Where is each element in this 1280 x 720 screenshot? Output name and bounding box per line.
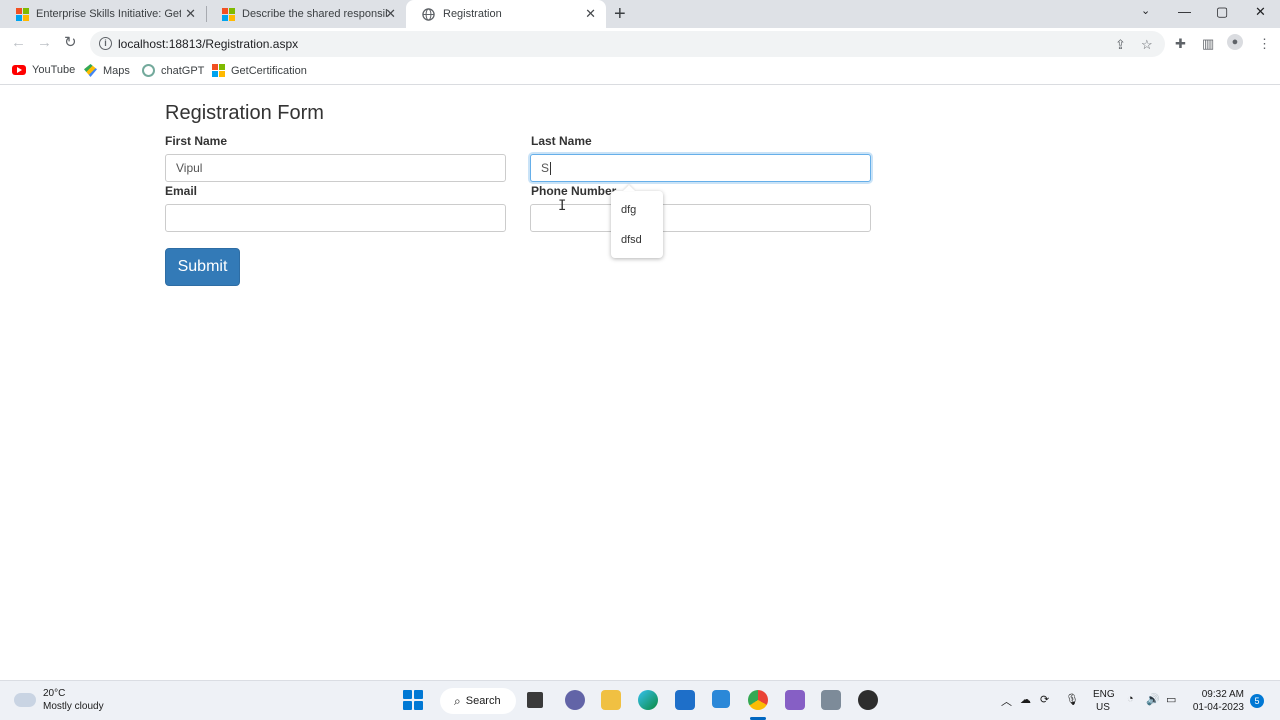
maps-icon <box>84 64 97 77</box>
weather-widget[interactable]: 20°C Mostly cloudy <box>12 687 104 713</box>
back-arrow-icon[interactable]: ← <box>11 35 26 51</box>
microphone-icon[interactable]: 🎙 <box>1065 693 1079 706</box>
last-name-value: S <box>541 161 550 175</box>
search-label: Search <box>465 695 501 707</box>
task-view-icon[interactable] <box>527 692 543 708</box>
teams-chat-icon[interactable] <box>565 690 585 710</box>
windows-start-icon[interactable] <box>403 690 423 710</box>
phone-number-field[interactable] <box>530 204 871 232</box>
temperature: 20°C <box>43 688 66 699</box>
url-text: localhost:18813/Registration.aspx <box>118 37 299 51</box>
microsoft-icon <box>222 7 235 21</box>
system-clock[interactable]: 09:32 AM 01-04-2023 <box>1192 688 1244 714</box>
tab-title: Registration <box>443 8 502 20</box>
last-name-field[interactable]: S <box>530 154 871 182</box>
globe-icon <box>422 7 435 21</box>
close-icon[interactable]: ✕ <box>585 6 596 22</box>
tab-enterprise-skills[interactable]: Enterprise Skills Initiative: GetCer ✕ <box>0 0 206 28</box>
browser-tab-strip: Enterprise Skills Initiative: GetCer ✕ D… <box>0 0 1280 28</box>
window-close-icon[interactable]: ✕ <box>1255 4 1266 20</box>
bookmark-maps[interactable]: Maps <box>84 64 130 77</box>
minimize-icon[interactable]: — <box>1178 4 1191 19</box>
youtube-icon <box>12 65 26 75</box>
bookmarks-bar: YouTube Maps chatGPT GetCertification <box>0 60 1280 85</box>
microsoft-store-icon[interactable] <box>675 690 695 710</box>
bookmark-youtube[interactable]: YouTube <box>12 64 75 76</box>
first-name-label: First Name <box>165 134 228 148</box>
bookmark-label: GetCertification <box>231 64 307 77</box>
sync-icon[interactable]: ⟳ <box>1040 693 1049 706</box>
last-name-label: Last Name <box>531 134 592 148</box>
chatgpt-icon <box>142 64 155 77</box>
bookmark-label: YouTube <box>32 64 76 76</box>
reload-icon[interactable]: ↻ <box>64 35 77 51</box>
bookmark-chatgpt[interactable]: chatGPT <box>142 64 204 77</box>
close-icon[interactable]: ✕ <box>185 6 196 22</box>
edge-browser-icon[interactable] <box>638 690 658 710</box>
bookmark-star-icon[interactable]: ☆ <box>1141 37 1153 53</box>
bookmark-label: Maps <box>103 64 130 77</box>
forward-arrow-icon[interactable]: → <box>37 35 52 51</box>
region-code: US <box>1096 702 1110 713</box>
menu-kebab-icon[interactable]: ⋮ <box>1258 36 1271 52</box>
submit-button[interactable]: Submit <box>165 248 240 286</box>
volume-icon[interactable]: 🔊 <box>1146 693 1160 706</box>
obs-recorder-icon[interactable] <box>858 690 878 710</box>
taskbar-search-button[interactable]: ⌕ Search <box>440 688 516 714</box>
clock-date: 01-04-2023 <box>1192 702 1244 713</box>
email-field[interactable] <box>165 204 506 232</box>
profile-avatar-icon[interactable]: ● <box>1227 34 1243 50</box>
tab-shared-responsibility[interactable]: Describe the shared responsibiliti ✕ <box>206 0 406 28</box>
search-icon: ⌕ <box>454 693 461 708</box>
snipping-tool-icon[interactable] <box>712 690 730 708</box>
close-icon[interactable]: ✕ <box>385 6 396 22</box>
side-panel-icon[interactable]: ▥ <box>1202 36 1214 52</box>
first-name-field[interactable]: Vipul <box>165 154 506 182</box>
autocomplete-dropdown: dfg dfsd <box>611 191 663 258</box>
onedrive-icon[interactable]: ☁ <box>1020 693 1031 706</box>
maximize-icon[interactable]: ▢ <box>1216 4 1228 20</box>
language-indicator[interactable]: ENG US <box>1093 688 1115 714</box>
extensions-puzzle-icon[interactable]: ✚ <box>1175 36 1186 52</box>
text-cursor-ibeam-icon: I <box>558 198 567 214</box>
autocomplete-option[interactable]: dfg <box>611 195 663 225</box>
microsoft-icon <box>16 7 29 21</box>
bookmark-getcertification[interactable]: GetCertification <box>212 64 307 77</box>
phone-number-label: Phone Number <box>531 184 617 198</box>
tab-title: Describe the shared responsibiliti <box>242 8 387 20</box>
windows-taskbar: 20°C Mostly cloudy ⌕ Search ︿ ☁ ⟳ 🎙 ENG … <box>0 680 1280 720</box>
cloudy-weather-icon <box>12 687 36 707</box>
tab-registration[interactable]: Registration ✕ <box>406 0 606 28</box>
page-title: Registration Form <box>165 102 324 124</box>
bookmark-label: chatGPT <box>161 64 205 77</box>
weather-condition: Mostly cloudy <box>43 701 104 712</box>
tab-title: Enterprise Skills Initiative: GetCer <box>36 8 181 20</box>
settings-tool-icon[interactable] <box>821 690 841 710</box>
wifi-icon[interactable]: ◔ <box>1127 693 1134 705</box>
battery-icon[interactable]: ▭ <box>1166 693 1176 706</box>
tab-search-chevron-icon[interactable]: ⌄ <box>1141 4 1150 17</box>
clock-time: 09:32 AM <box>1201 689 1244 700</box>
text-caret <box>550 162 552 176</box>
browser-toolbar: ← → ↻ i localhost:18813/Registration.asp… <box>0 28 1280 60</box>
address-bar[interactable]: i localhost:18813/Registration.aspx ⇪ ☆ <box>90 31 1165 57</box>
show-hidden-icons-chevron-icon[interactable]: ︿ <box>1001 693 1012 709</box>
site-info-icon[interactable]: i <box>99 37 112 50</box>
email-label: Email <box>165 184 198 198</box>
share-icon[interactable]: ⇪ <box>1115 37 1126 53</box>
microsoft-icon <box>212 64 225 77</box>
language-code: ENG <box>1093 689 1115 700</box>
new-tab-plus-icon[interactable]: + <box>614 3 626 25</box>
autocomplete-option[interactable]: dfsd <box>611 225 663 255</box>
visual-studio-icon[interactable] <box>785 690 805 710</box>
file-explorer-icon[interactable] <box>601 690 621 710</box>
notification-badge[interactable]: 5 <box>1250 694 1264 708</box>
chrome-icon[interactable] <box>748 690 768 710</box>
